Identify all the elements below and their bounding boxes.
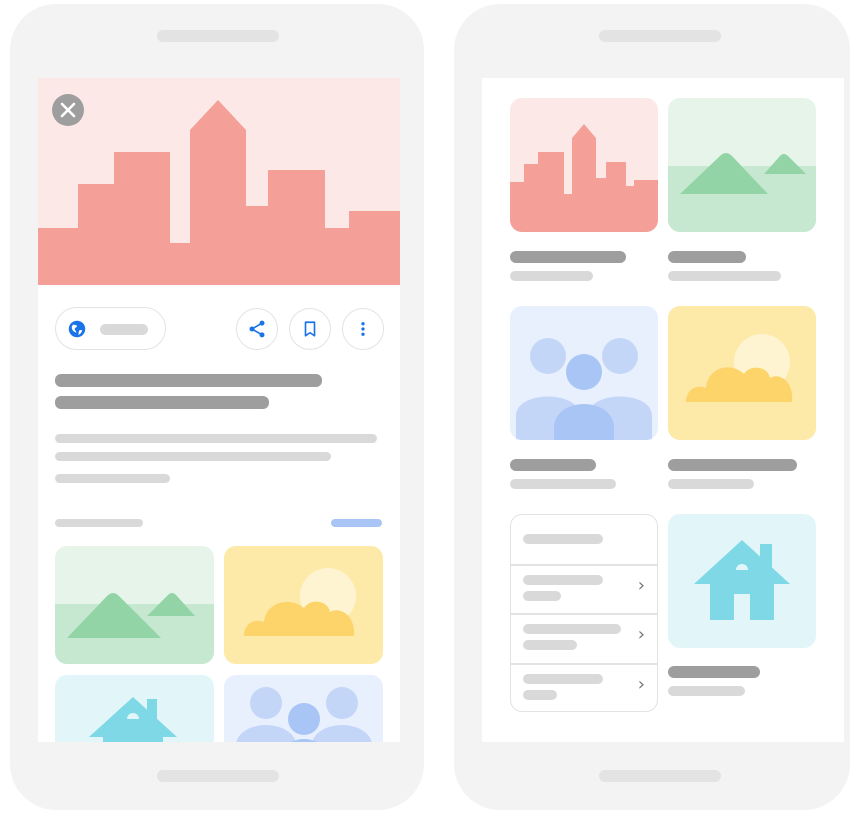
- grid-subtitle-placeholder: [510, 271, 593, 281]
- description-placeholder-line-3: [55, 474, 170, 483]
- list-item[interactable]: ›: [511, 565, 657, 613]
- grid-image-city[interactable]: [510, 98, 658, 232]
- grid-image-house[interactable]: [668, 514, 816, 648]
- website-chip[interactable]: [55, 307, 166, 350]
- grid-title-placeholder: [510, 251, 626, 263]
- list-header-placeholder: [523, 534, 603, 544]
- right-phone: › › ›: [454, 4, 850, 810]
- list-card: › › ›: [510, 514, 658, 712]
- right-screen: › › ›: [482, 78, 844, 742]
- gallery-image-house[interactable]: [55, 675, 214, 742]
- close-icon: [60, 102, 76, 118]
- grid-title-placeholder: [510, 459, 596, 471]
- chevron-right-icon: ›: [637, 624, 645, 645]
- grid-image-weather[interactable]: [668, 306, 816, 440]
- close-button[interactable]: [52, 94, 84, 126]
- grid-subtitle-placeholder: [668, 479, 754, 489]
- hero-image: [38, 78, 400, 285]
- description-placeholder-line-2: [55, 452, 331, 461]
- top-speaker: [599, 30, 721, 42]
- left-screen: [38, 78, 400, 742]
- list-item-title-placeholder: [523, 624, 621, 634]
- gallery-image-weather[interactable]: [224, 546, 383, 664]
- left-phone: [10, 4, 424, 810]
- grid-image-people[interactable]: [510, 306, 658, 440]
- list-item-title-placeholder: [523, 674, 603, 684]
- grid-title-placeholder: [668, 666, 760, 678]
- list-item-title-placeholder: [523, 575, 603, 585]
- description-placeholder-line-1: [55, 434, 377, 443]
- grid-image-landscape[interactable]: [668, 98, 816, 232]
- grid-title-placeholder: [668, 459, 797, 471]
- globe-icon: [68, 320, 86, 338]
- list-item-subtitle-placeholder: [523, 640, 577, 650]
- list-item-subtitle-placeholder: [523, 591, 561, 601]
- grid-subtitle-placeholder: [510, 479, 616, 489]
- list-item[interactable]: ›: [511, 664, 657, 711]
- share-button[interactable]: [236, 308, 278, 350]
- grid-subtitle-placeholder: [668, 271, 781, 281]
- list-header-row: [511, 515, 657, 564]
- grid-title-placeholder: [668, 251, 746, 263]
- title-placeholder-line-1: [55, 374, 322, 387]
- gallery-image-landscape[interactable]: [55, 546, 214, 664]
- bottom-speaker: [157, 770, 279, 782]
- chip-label-placeholder: [100, 324, 148, 335]
- more-options-button[interactable]: [342, 308, 384, 350]
- bottom-speaker: [599, 770, 721, 782]
- top-speaker: [157, 30, 279, 42]
- list-item-subtitle-placeholder: [523, 690, 557, 700]
- chevron-right-icon: ›: [637, 674, 645, 695]
- see-all-link-placeholder[interactable]: [331, 519, 382, 527]
- title-placeholder-line-2: [55, 396, 269, 409]
- gallery-image-people[interactable]: [224, 675, 383, 742]
- grid-subtitle-placeholder: [668, 686, 745, 696]
- chevron-right-icon: ›: [637, 575, 645, 596]
- bookmark-button[interactable]: [289, 308, 331, 350]
- share-icon: [249, 320, 265, 338]
- section-header-placeholder: [55, 519, 143, 527]
- bookmark-icon: [304, 321, 316, 337]
- list-item[interactable]: ›: [511, 614, 657, 663]
- more-vert-icon: [361, 322, 365, 336]
